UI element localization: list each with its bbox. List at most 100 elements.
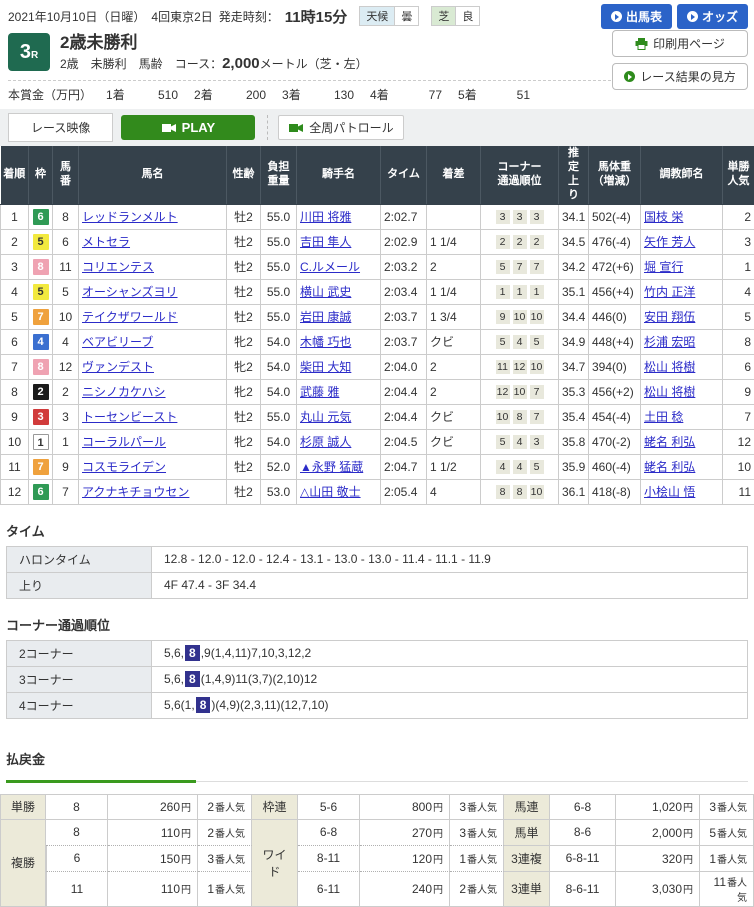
trainer-name: 土田 稔 [641,404,723,429]
last-3f: 34.2 [559,254,589,279]
corner-2-order: 5,6,8,9(1,4,11)7,10,3,12,2 [152,640,748,666]
corner-position-chip: 10 [530,310,544,324]
jockey-name: C.ルメール [297,254,381,279]
sex-age: 牡2 [227,279,261,304]
trainer-link[interactable]: 蛯名 利弘 [644,460,695,474]
horse-name: トーセンビースト [79,404,227,429]
exacta-selection: 8-6 [550,820,616,846]
start-time: 11時15分 [285,6,348,27]
horse-name-link[interactable]: レッドランメルト [82,210,178,224]
frame-badge: 7 [29,454,53,479]
column-header: 推 定 上 り [559,146,589,204]
result-guide-button[interactable]: レース結果の見方 [612,63,748,90]
trainer-link[interactable]: 小桧山 悟 [644,485,695,499]
jockey-link[interactable]: ▲永野 猛蔵 [300,460,363,474]
win-amount: 260円 [108,794,198,820]
last-3f: 35.8 [559,429,589,454]
odds-button[interactable]: オッズ [677,4,748,29]
jockey-link[interactable]: 武藤 雅 [300,385,339,399]
quinella-favorite: 3番人気 [700,794,754,820]
win-favorite: 4 [723,279,754,304]
corner-position-chip: 5 [496,435,510,449]
jockey-link[interactable]: 横山 武史 [300,285,351,299]
finish-position: 11 [1,454,29,479]
horse-name-link[interactable]: ヴァンデスト [82,360,154,374]
corner-position-chip: 8 [513,485,527,499]
trainer-link[interactable]: 松山 将樹 [644,385,695,399]
horse-number: 11 [53,254,79,279]
horse-name-link[interactable]: ニシノカケハシ [82,385,166,399]
margin: クビ [427,429,481,454]
prize-amount: 51 [488,88,530,102]
trainer-link[interactable]: 竹内 正洋 [644,285,695,299]
bracket-quinella-label: 枠連 [252,794,298,820]
jockey-link[interactable]: 岩田 康誠 [300,310,351,324]
time-section: タイム ハロンタイム 12.8 - 12.0 - 12.0 - 12.4 - 1… [0,521,754,599]
play-button-label: PLAY [182,120,215,135]
trio-amount: 320円 [616,846,700,872]
frame-badge: 8 [33,259,49,275]
prize-place: 1着 [106,86,136,103]
jockey-link[interactable]: 丸山 元気 [300,410,351,424]
place-favorite: 3番人気 [198,846,252,872]
trainer-name: 竹内 正洋 [641,279,723,304]
corner-position-chip: 3 [530,210,544,224]
corner-position-chip: 12 [496,385,510,399]
jockey-link[interactable]: 木幡 巧也 [300,335,351,349]
win-label: 単勝 [0,794,46,820]
frame-badge: 1 [29,429,53,454]
corner-position-chip: 1 [530,285,544,299]
payout-table: 単勝 8 260円 2番人気 枠連 5-6 800円 3番人気 馬連 6-8 1… [0,794,754,907]
trainer-link[interactable]: 松山 将樹 [644,360,695,374]
play-button[interactable]: PLAY [121,115,255,140]
horse-number: 3 [53,404,79,429]
weather-label: 天候 [360,7,395,25]
trainer-link[interactable]: 杉浦 宏昭 [644,335,695,349]
jockey-link[interactable]: △山田 敬士 [300,485,361,499]
horse-name-link[interactable]: メトセラ [82,235,130,249]
horse-name-link[interactable]: コスモライデン [82,460,166,474]
horse-name: ヴァンデスト [79,354,227,379]
margin: 1 1/4 [427,279,481,304]
entries-button[interactable]: 出馬表 [601,4,672,29]
trainer-link[interactable]: 安田 翔伍 [644,310,695,324]
horse-name-link[interactable]: コーラルパール [82,435,166,449]
trainer-link[interactable]: 堀 宣行 [644,260,683,274]
video-bar: レース映像 PLAY 全周パトロール [0,109,754,146]
corner-position-chip: 4 [513,335,527,349]
results-header-row: 着順枠馬 番馬名性齢負担 重量騎手名タイム着差コーナー 通過順位推 定 上 り馬… [1,146,754,204]
patrol-video-button[interactable]: 全周パトロール [278,115,404,140]
place-selection: 11 [46,872,108,907]
horse-name-link[interactable]: アクナキチョウセン [82,485,189,499]
jockey-link[interactable]: 柴田 大知 [300,360,351,374]
wide-amount: 120円 [360,846,450,872]
jockey-link[interactable]: 川田 将雅 [300,210,351,224]
final-time: 2:03.7 [381,329,427,354]
horse-name-link[interactable]: コリエンテス [82,260,154,274]
jockey-name: 横山 武史 [297,279,381,304]
horse-weight: 394(0) [589,354,641,379]
jockey-link[interactable]: 吉田 隼人 [300,235,351,249]
horse-name-link[interactable]: テイクザワールド [82,310,178,324]
print-button[interactable]: 印刷用ページ [612,30,748,57]
trainer-link[interactable]: 矢作 芳人 [644,235,695,249]
horse-name-link[interactable]: トーセンビースト [82,410,177,424]
finish-position: 2 [1,229,29,254]
jockey-link[interactable]: 杉原 誠人 [300,435,351,449]
prize-amount: 510 [136,88,178,102]
final-time: 2:04.5 [381,429,427,454]
trifecta-favorite: 11番人気 [700,872,754,907]
frame-badge: 5 [33,284,49,300]
horse-name-link[interactable]: オーシャンズヨリ [82,285,178,299]
trio-selection: 6-8-11 [550,846,616,872]
trainer-link[interactable]: 蛯名 利弘 [644,435,695,449]
finish-position: 10 [1,429,29,454]
table-row: 単勝 8 260円 2番人気 枠連 5-6 800円 3番人気 馬連 6-8 1… [0,794,754,820]
trainer-link[interactable]: 国枝 栄 [644,210,683,224]
final-time: 2:04.4 [381,404,427,429]
corner-position-chip: 1 [496,285,510,299]
frame-badge: 3 [33,409,49,425]
trainer-link[interactable]: 土田 稔 [644,410,683,424]
jockey-link[interactable]: C.ルメール [300,260,360,274]
horse-name-link[interactable]: ベアビリーブ [82,335,153,349]
